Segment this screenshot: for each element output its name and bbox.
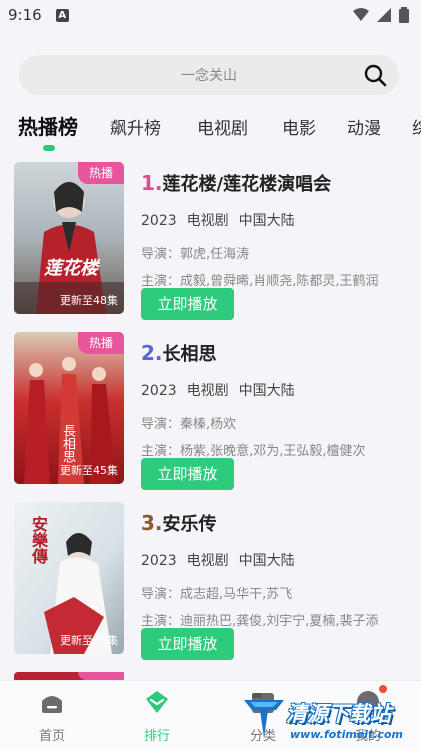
item-director: 导演：秦榛,杨欢 bbox=[141, 417, 237, 432]
signal-icon bbox=[377, 8, 391, 22]
item-meta: 2023 电视剧 中国大陆 bbox=[141, 380, 411, 400]
play-now-button[interactable]: 立即播放 bbox=[141, 628, 234, 660]
item-info: 2. 长相思 2023 电视剧 中国大陆 导演：秦榛,杨欢 主演：杨紫,张晚意,邓为… bbox=[141, 340, 411, 490]
poster[interactable]: 莲花楼 热播 更新至48集 bbox=[14, 162, 124, 314]
home-icon bbox=[39, 689, 65, 715]
hot-badge: 热播 bbox=[78, 332, 124, 354]
search-placeholder[interactable]: 一念关山 bbox=[181, 65, 237, 85]
item-year: 2023 bbox=[141, 553, 177, 569]
list-item[interactable]: 安樂傳 更新至39集 3. 安乐传 2023 电视剧 中国大陆 导演：成志超,马华干… bbox=[0, 500, 421, 660]
item-region: 中国大陆 bbox=[238, 553, 295, 569]
tab-indicator bbox=[43, 145, 55, 151]
episode-update: 更新至48集 bbox=[60, 294, 118, 307]
tab-movies[interactable]: 电影 bbox=[282, 114, 316, 139]
tab-rising[interactable]: 飙升榜 bbox=[110, 114, 161, 139]
rank-number: 3. bbox=[141, 511, 163, 535]
nav-label: 首页 bbox=[38, 729, 65, 744]
poster[interactable]: 長相思 热播 更新至45集 bbox=[14, 332, 124, 484]
hot-badge-peek bbox=[78, 672, 124, 680]
item-title-line: 1. 莲花楼/莲花楼演唱会 bbox=[141, 170, 411, 196]
tab-tv-series[interactable]: 电视剧 bbox=[197, 114, 248, 139]
wifi-icon bbox=[353, 8, 369, 21]
item-meta: 2023 电视剧 中国大陆 bbox=[141, 550, 411, 570]
hot-badge: 热播 bbox=[78, 162, 124, 184]
item-info: 1. 莲花楼/莲花楼演唱会 2023 电视剧 中国大陆 导演：郭虎,任海涛 主演：成… bbox=[141, 170, 411, 320]
item-cast: 主演：迪丽热巴,龚俊,刘宇宁,夏楠,裴子添 bbox=[141, 614, 379, 629]
watermark-url: www.fotimeit.com bbox=[290, 728, 404, 741]
ranking-icon bbox=[144, 689, 170, 715]
list-item[interactable]: 長相思 热播 更新至45集 2. 长相思 2023 电视剧 中国大陆 导演：秦榛,杨… bbox=[0, 330, 421, 490]
tab-hot[interactable]: 热播榜 bbox=[18, 111, 78, 140]
item-cast: 主演：成毅,曾舜晞,肖顺尧,陈都灵,王鹤润 bbox=[141, 274, 379, 289]
tab-variety[interactable]: 综 bbox=[412, 114, 421, 139]
item-cast: 主演：杨紫,张晚意,邓为,王弘毅,檀健次 bbox=[141, 444, 366, 459]
watermark-logo-icon bbox=[244, 700, 284, 738]
rank-number: 2. bbox=[141, 341, 163, 365]
battery-icon bbox=[399, 7, 409, 23]
item-type: 电视剧 bbox=[186, 553, 229, 569]
poster-title: 莲花楼 bbox=[44, 258, 98, 279]
next-item-peek bbox=[14, 672, 124, 680]
watermark-brand: 清源下载站 bbox=[286, 702, 391, 726]
item-title-line: 3. 安乐传 bbox=[141, 510, 411, 536]
item-info: 3. 安乐传 2023 电视剧 中国大陆 导演：成志超,马华干,苏飞 主演：迪丽热巴… bbox=[141, 510, 411, 660]
nav-ranking[interactable]: 排行 bbox=[122, 689, 192, 744]
status-icons bbox=[353, 7, 409, 23]
episode-update: 更新至45集 bbox=[60, 464, 118, 477]
item-title[interactable]: 安乐传 bbox=[163, 510, 217, 536]
play-now-button[interactable]: 立即播放 bbox=[141, 458, 234, 490]
item-meta: 2023 电视剧 中国大陆 bbox=[141, 210, 411, 230]
status-time: 9:16 bbox=[8, 6, 42, 24]
item-director: 导演：郭虎,任海涛 bbox=[141, 247, 250, 262]
item-type: 电视剧 bbox=[186, 213, 229, 229]
search-icon[interactable] bbox=[363, 63, 387, 87]
item-title[interactable]: 长相思 bbox=[163, 340, 217, 366]
item-year: 2023 bbox=[141, 383, 177, 399]
notification-badge: A bbox=[55, 8, 69, 22]
item-type: 电视剧 bbox=[186, 383, 229, 399]
poster-title: 安樂傳 bbox=[29, 516, 48, 564]
item-year: 2023 bbox=[141, 213, 177, 229]
search-bar[interactable]: 一念关山 bbox=[19, 55, 399, 95]
rank-number: 1. bbox=[141, 171, 163, 195]
item-region: 中国大陆 bbox=[238, 383, 295, 399]
item-title-line: 2. 长相思 bbox=[141, 340, 411, 366]
ranking-tabs: 热播榜 飙升榜 电视剧 电影 动漫 综 bbox=[0, 108, 421, 152]
site-watermark: 清源下载站 www.fotimeit.com bbox=[238, 690, 418, 746]
poster-title: 長相思 bbox=[60, 424, 75, 463]
play-now-button[interactable]: 立即播放 bbox=[141, 288, 234, 320]
item-region: 中国大陆 bbox=[238, 213, 295, 229]
poster[interactable]: 安樂傳 更新至39集 bbox=[14, 502, 124, 654]
item-title[interactable]: 莲花楼/莲花楼演唱会 bbox=[163, 170, 332, 196]
tab-anime[interactable]: 动漫 bbox=[347, 114, 381, 139]
nav-home[interactable]: 首页 bbox=[17, 689, 87, 744]
list-item[interactable]: 莲花楼 热播 更新至48集 1. 莲花楼/莲花楼演唱会 2023 电视剧 中国大陆 … bbox=[0, 160, 421, 320]
episode-update: 更新至39集 bbox=[60, 634, 118, 647]
nav-label: 排行 bbox=[143, 729, 170, 744]
item-director: 导演：成志超,马华干,苏飞 bbox=[141, 587, 293, 602]
status-bar: 9:16 A bbox=[0, 0, 421, 30]
